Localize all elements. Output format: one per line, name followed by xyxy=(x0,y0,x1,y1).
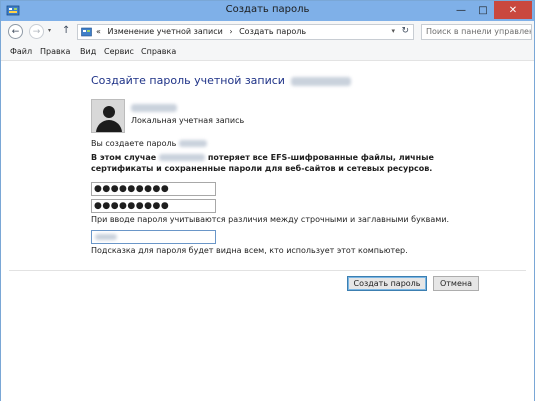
maximize-button[interactable]: □ xyxy=(472,1,494,19)
recent-pages-chevron-icon[interactable]: ▾ xyxy=(48,27,51,34)
redacted-user-name xyxy=(178,140,207,147)
confirm-password-field[interactable]: ●●●●●●●●● xyxy=(91,199,216,213)
arrow-up-icon: ↑ xyxy=(62,25,71,36)
menu-file[interactable]: Файл xyxy=(10,47,32,56)
new-password-field[interactable]: ●●●●●●●●● xyxy=(91,182,216,196)
account-type-label: Локальная учетная запись xyxy=(131,116,245,125)
arrow-right-icon: → xyxy=(32,26,41,37)
redacted-user-name xyxy=(159,154,206,161)
up-button[interactable]: ↑ xyxy=(62,25,70,36)
redacted-account-name xyxy=(291,76,352,86)
control-panel-icon xyxy=(81,27,92,37)
window-controls: — □ ✕ xyxy=(450,1,532,21)
address-field[interactable]: « Изменение учетной записи › Создать пар… xyxy=(77,24,414,40)
menu-help[interactable]: Справка xyxy=(141,47,176,56)
chevron-down-icon[interactable]: ▾ xyxy=(391,27,395,35)
window: Создать пароль — □ ✕ ← → ▾ ↑ « Изменение… xyxy=(0,0,535,401)
creating-for-label: Вы создаете пароль xyxy=(91,139,207,148)
breadcrumb-item[interactable]: Изменение учетной записи xyxy=(107,27,222,36)
case-sensitivity-note: При вводе пароля учитываются различия ме… xyxy=(91,215,450,224)
page-title-text: Создайте пароль учетной записи xyxy=(91,74,285,87)
back-button[interactable]: ← xyxy=(8,24,23,39)
create-password-button[interactable]: Создать пароль xyxy=(347,276,427,291)
search-input[interactable]: Поиск в панели управления xyxy=(421,24,532,40)
hint-visibility-note: Подсказка для пароля будет видна всем, к… xyxy=(91,246,408,255)
minimize-button[interactable]: — xyxy=(450,1,472,19)
cancel-button[interactable]: Отмена xyxy=(433,276,479,291)
breadcrumb-separator: › xyxy=(229,27,233,36)
title-bar: Создать пароль — □ ✕ xyxy=(1,1,534,21)
forward-button[interactable]: → xyxy=(29,24,44,39)
arrow-left-icon: ← xyxy=(11,26,20,37)
redacted-user-name xyxy=(131,104,177,112)
warning-prefix: В этом случае xyxy=(91,153,157,162)
main-content: Создайте пароль учетной записи Локальная… xyxy=(1,61,534,401)
menu-view[interactable]: Вид xyxy=(80,47,96,56)
divider xyxy=(9,270,526,271)
menu-edit[interactable]: Правка xyxy=(40,47,70,56)
redacted-hint xyxy=(95,234,117,240)
breadcrumb-prefix[interactable]: « xyxy=(96,27,101,36)
menu-bar: Файл Правка Вид Сервис Справка xyxy=(1,45,534,61)
warning-text: В этом случае потеряет все EFS-шифрованн… xyxy=(91,152,461,174)
refresh-icon[interactable]: ↻ xyxy=(401,26,409,36)
breadcrumb-item[interactable]: Создать пароль xyxy=(239,27,306,36)
address-toolbar: ← → ▾ ↑ « Изменение учетной записи › Соз… xyxy=(1,21,534,46)
password-hint-field[interactable] xyxy=(91,230,216,244)
close-button[interactable]: ✕ xyxy=(494,1,532,19)
creating-for-text: Вы создаете пароль xyxy=(91,139,177,148)
breadcrumb: « Изменение учетной записи › Создать пар… xyxy=(96,27,310,36)
menu-tools[interactable]: Сервис xyxy=(104,47,134,56)
page-title: Создайте пароль учетной записи xyxy=(91,74,352,87)
avatar xyxy=(91,99,125,133)
